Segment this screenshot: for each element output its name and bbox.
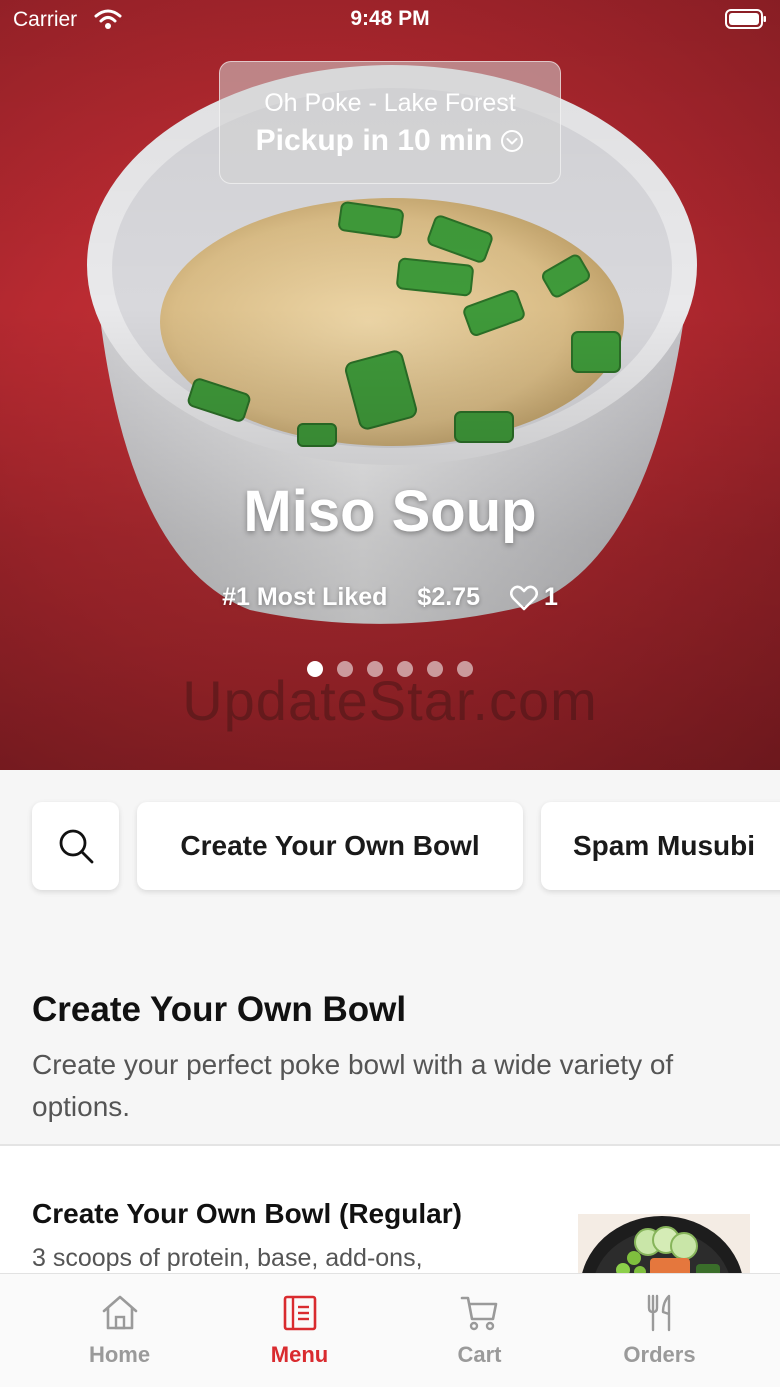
menu-item[interactable]: Create Your Own Bowl (Regular) 3 scoops …: [0, 1146, 780, 1276]
hero-banner[interactable]: Carrier 9:48 PM Oh Poke - Lake Forest Pi…: [0, 0, 780, 770]
battery-icon: [725, 9, 766, 29]
item-description: 3 scoops of protein, base, add-ons,: [32, 1244, 423, 1272]
pickup-time: Pickup in 10 min: [255, 124, 493, 157]
tab-label-cart: Cart: [457, 1342, 502, 1367]
search-button[interactable]: [32, 802, 119, 890]
featured-price: $2.75: [417, 583, 480, 611]
like-count: 1: [543, 583, 558, 611]
category-bar[interactable]: Create Your Own Bowl Spam Musubi: [0, 770, 780, 910]
category-chip-create-your-own-bowl[interactable]: Create Your Own Bowl: [137, 802, 523, 890]
store-name: Oh Poke - Lake Forest: [264, 89, 516, 117]
item-name: Create Your Own Bowl (Regular): [32, 1198, 462, 1229]
home-icon: [102, 1295, 137, 1330]
chevron-down-icon: [501, 130, 524, 152]
tab-label-orders: Orders: [623, 1342, 696, 1367]
heart-icon: [509, 585, 538, 610]
category-chip-spam-musubi[interactable]: Spam Musubi: [541, 802, 780, 890]
status-time: 9:48 PM: [350, 7, 430, 30]
tab-bar: Home Menu Cart Orders: [0, 1273, 780, 1387]
pickup-time-row[interactable]: Pickup in 10 min: [220, 124, 560, 158]
tab-orders[interactable]: Orders: [562, 1274, 757, 1387]
section-header: Create Your Own Bowl Create your perfect…: [0, 990, 780, 1128]
tab-cart[interactable]: Cart: [382, 1274, 577, 1387]
featured-rank: #1 Most Liked: [222, 583, 388, 611]
featured-title: Miso Soup: [243, 479, 537, 544]
section-description: Create your perfect poke bowl with a wid…: [32, 1049, 674, 1122]
tab-label-menu: Menu: [270, 1342, 329, 1367]
search-icon: [59, 829, 93, 864]
location-selector[interactable]: Oh Poke - Lake Forest Pickup in 10 min: [219, 61, 561, 184]
tab-home[interactable]: Home: [22, 1274, 217, 1387]
poke-bowl-thumbnail: [578, 1214, 750, 1276]
tab-label-home: Home: [88, 1342, 151, 1367]
status-bar: Carrier 9:48 PM: [0, 0, 780, 40]
watermark: UpdateStar.com: [182, 669, 598, 732]
like-button[interactable]: 1: [509, 583, 558, 612]
tab-menu[interactable]: Menu: [202, 1274, 397, 1387]
menu-icon: [283, 1295, 316, 1331]
cart-icon: [460, 1296, 497, 1331]
section-title: Create Your Own Bowl: [32, 990, 407, 1029]
utensils-icon: [647, 1294, 670, 1332]
featured-meta: #1 Most Liked $2.75 1: [0, 583, 780, 612]
